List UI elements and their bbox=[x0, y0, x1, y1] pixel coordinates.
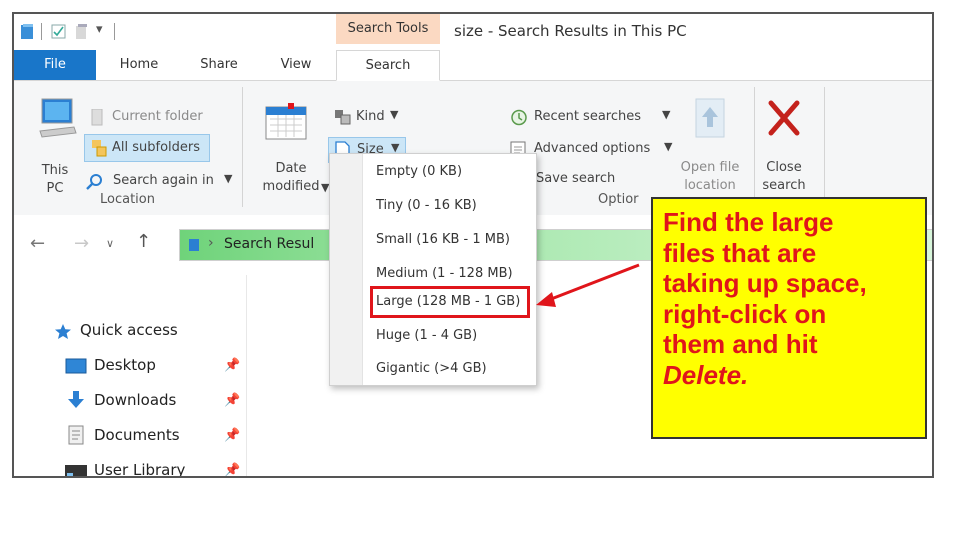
open-file-label-line1: Open file bbox=[680, 160, 740, 175]
user-library-icon bbox=[65, 465, 87, 476]
desktop-icon bbox=[65, 358, 87, 374]
customize-qat-chevron-icon[interactable]: ▾ bbox=[96, 22, 103, 37]
callout-delete-emphasis: Delete. bbox=[663, 359, 749, 390]
pin-icon[interactable]: 📌 bbox=[224, 358, 240, 373]
all-subfolders-label: All subfolders bbox=[112, 140, 201, 155]
up-arrow-icon[interactable]: ↑ bbox=[136, 231, 151, 252]
date-modified-icon bbox=[265, 103, 307, 140]
breadcrumb-separator-icon: › bbox=[208, 235, 214, 251]
pin-icon[interactable]: 📌 bbox=[224, 393, 240, 408]
recent-searches-icon bbox=[511, 109, 527, 126]
close-search-icon bbox=[768, 100, 800, 136]
date-modified-button[interactable]: Date modified bbox=[250, 160, 332, 196]
tab-view[interactable]: View bbox=[266, 50, 326, 80]
nav-downloads[interactable]: Downloads bbox=[94, 391, 176, 409]
size-dropdown-menu: Empty (0 KB) Tiny (0 - 16 KB) Small (16 … bbox=[329, 153, 537, 386]
folder-properties-icon[interactable] bbox=[20, 23, 35, 40]
close-search-label-line1: Close bbox=[766, 160, 802, 175]
new-folder-icon[interactable] bbox=[74, 23, 89, 40]
all-subfolders-button[interactable]: All subfolders bbox=[84, 134, 210, 162]
navigation-pane-border bbox=[246, 275, 247, 476]
date-modified-label-line2: modified bbox=[262, 179, 320, 194]
callout-line-4: right-click on bbox=[663, 298, 827, 329]
save-search-label: Save search bbox=[536, 171, 616, 186]
tab-share[interactable]: Share bbox=[189, 50, 249, 80]
kind-label: Kind bbox=[356, 109, 385, 124]
this-pc-label-line2: PC bbox=[46, 181, 64, 196]
search-tools-group-label: Search Tools bbox=[336, 14, 440, 44]
current-folder-button[interactable]: Current folder bbox=[90, 106, 210, 130]
this-pc-icon bbox=[39, 98, 77, 138]
size-option-huge[interactable]: Huge (1 - 4 GB) bbox=[376, 328, 477, 343]
current-folder-label: Current folder bbox=[112, 109, 203, 124]
open-file-label-line2: location bbox=[684, 178, 736, 193]
dropdown-icon-strip bbox=[330, 154, 363, 385]
explorer-window: ▾ Search Tools size - Search Results in … bbox=[12, 12, 934, 478]
options-group-label: Optior bbox=[598, 192, 639, 207]
back-arrow-icon[interactable]: ← bbox=[30, 233, 45, 254]
navigation-pane: Quick access Desktop 📌 Downloads 📌 Docum… bbox=[14, 276, 246, 476]
recent-searches-chevron-icon: ▼ bbox=[662, 108, 671, 121]
instruction-callout: Find the large files that are taking up … bbox=[651, 197, 927, 439]
recent-searches-button[interactable]: Recent searches ▼ bbox=[510, 106, 680, 130]
nav-quick-access[interactable]: Quick access bbox=[80, 321, 178, 339]
callout-line-2: files that are bbox=[663, 237, 817, 268]
callout-line-6: Delete. bbox=[663, 360, 917, 391]
tab-search[interactable]: Search bbox=[336, 50, 440, 81]
kind-icon bbox=[335, 110, 351, 125]
forward-arrow-icon[interactable]: → bbox=[74, 233, 89, 254]
downloads-arrow-icon bbox=[68, 391, 84, 408]
kind-button[interactable]: Kind ▼ bbox=[332, 106, 402, 130]
search-again-label: Search again in bbox=[113, 173, 214, 188]
nav-desktop[interactable]: Desktop bbox=[94, 356, 156, 374]
group-separator-3 bbox=[824, 87, 825, 207]
tab-home[interactable]: Home bbox=[109, 50, 169, 80]
search-again-icon bbox=[86, 174, 102, 190]
this-pc-label-line1: This bbox=[41, 163, 69, 178]
subfolders-icon bbox=[92, 140, 107, 157]
search-results-location-icon bbox=[189, 239, 199, 251]
this-pc-button[interactable]: This PC bbox=[14, 162, 96, 198]
size-option-medium[interactable]: Medium (1 - 128 MB) bbox=[376, 266, 513, 281]
callout-line-1: Find the large bbox=[663, 207, 834, 237]
large-option-highlight-box bbox=[370, 286, 530, 318]
size-option-small[interactable]: Small (16 KB - 1 MB) bbox=[376, 232, 510, 247]
properties-checkbox-icon[interactable] bbox=[51, 23, 66, 40]
pin-icon[interactable]: 📌 bbox=[224, 463, 240, 476]
ribbon-tabs: File Home Share View Search bbox=[14, 50, 932, 81]
advanced-options-chevron-icon: ▼ bbox=[664, 140, 673, 153]
nav-documents[interactable]: Documents bbox=[94, 426, 180, 444]
qat-divider-2 bbox=[114, 23, 115, 40]
window-title: size - Search Results in This PC bbox=[454, 22, 687, 40]
callout-line-5: them and hit bbox=[663, 329, 818, 359]
close-search-label-line2: search bbox=[762, 178, 806, 193]
pin-icon[interactable]: 📌 bbox=[224, 428, 240, 443]
title-bar: ▾ Search Tools size - Search Results in … bbox=[14, 14, 932, 50]
location-group-label: Location bbox=[100, 192, 155, 207]
recent-locations-chevron-icon[interactable]: ∨ bbox=[106, 237, 114, 250]
documents-icon bbox=[68, 425, 84, 445]
callout-line-3: taking up space, bbox=[663, 268, 867, 298]
current-folder-icon bbox=[91, 109, 103, 126]
quick-access-star-icon bbox=[55, 324, 71, 339]
advanced-options-label: Advanced options bbox=[534, 141, 651, 156]
size-option-empty[interactable]: Empty (0 KB) bbox=[376, 164, 462, 179]
kind-chevron-icon: ▼ bbox=[390, 108, 399, 121]
tab-file[interactable]: File bbox=[14, 50, 96, 80]
address-path: Search Resul bbox=[224, 236, 315, 252]
open-file-location-button[interactable]: Open file location bbox=[672, 159, 748, 195]
close-search-button[interactable]: Close search bbox=[748, 159, 820, 195]
date-modified-label-line1: Date bbox=[275, 161, 307, 176]
size-option-gigantic[interactable]: Gigantic (>4 GB) bbox=[376, 361, 487, 376]
search-again-button[interactable]: Search again in ▼ bbox=[86, 170, 236, 194]
recent-searches-label: Recent searches bbox=[534, 109, 642, 124]
size-option-tiny[interactable]: Tiny (0 - 16 KB) bbox=[376, 198, 477, 213]
group-separator-1 bbox=[242, 87, 243, 207]
qat-divider bbox=[41, 23, 42, 40]
open-file-location-icon bbox=[695, 98, 725, 138]
nav-user-library[interactable]: User Library bbox=[94, 461, 185, 476]
search-again-chevron-icon: ▼ bbox=[224, 172, 233, 185]
